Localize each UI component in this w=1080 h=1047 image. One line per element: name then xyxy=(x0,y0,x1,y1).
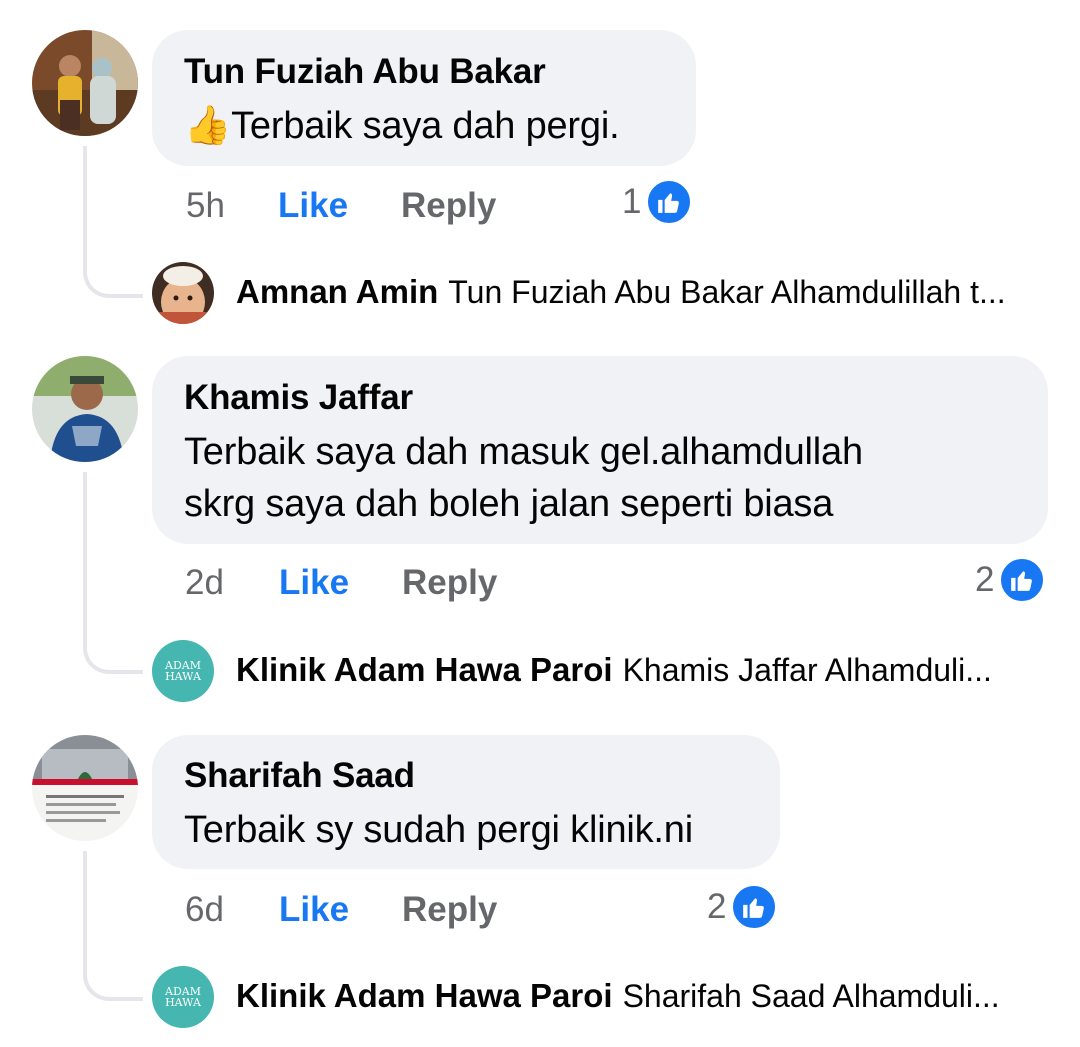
reaction-count[interactable]: 2 xyxy=(707,883,779,931)
klinik-logo: ADAM HAWA xyxy=(165,985,201,1009)
thread-line xyxy=(83,851,143,1001)
reply-preview[interactable]: Klinik Adam Hawa Paroi Sharifah Saad Alha… xyxy=(236,977,1048,1015)
reply-button[interactable]: Reply xyxy=(402,563,497,603)
avatar-klinik-adam-hawa[interactable]: ADAM HAWA xyxy=(152,640,214,702)
avatar-tun-fuziah[interactable] xyxy=(32,30,138,136)
comment-text-line: Terbaik saya dah masuk gel.alhamdullah xyxy=(184,431,863,473)
like-reaction-icon xyxy=(645,178,694,226)
like-reaction-icon xyxy=(998,556,1047,604)
comment-timestamp[interactable]: 2d xyxy=(185,563,224,603)
reply-text: Sharifah Saad Alhamduli... xyxy=(622,978,1000,1014)
comment-author[interactable]: Khamis Jaffar xyxy=(184,378,413,418)
like-button[interactable]: Like xyxy=(279,890,349,930)
like-button[interactable]: Like xyxy=(279,563,349,603)
avatar-khamis-jaffar[interactable] xyxy=(32,356,138,462)
klinik-logo: ADAM HAWA xyxy=(165,659,201,683)
comment-text: 👍Terbaik saya dah pergi. xyxy=(184,105,620,147)
reply-text: Khamis Jaffar Alhamduli... xyxy=(622,652,992,688)
like-reaction-icon xyxy=(730,883,779,931)
reaction-count[interactable]: 1 xyxy=(622,178,694,226)
comment-timestamp[interactable]: 6d xyxy=(185,890,224,930)
reply-author[interactable]: Amnan Amin xyxy=(236,273,438,310)
reply-preview[interactable]: Klinik Adam Hawa Paroi Khamis Jaffar Alha… xyxy=(236,651,1048,689)
thumbs-up-emoji: 👍 xyxy=(184,105,232,147)
comment-author[interactable]: Sharifah Saad xyxy=(184,756,415,796)
avatar-sharifah-saad[interactable] xyxy=(32,735,138,841)
avatar-klinik-adam-hawa[interactable]: ADAM HAWA xyxy=(152,966,214,1028)
comment-timestamp[interactable]: 5h xyxy=(186,186,225,226)
reply-preview[interactable]: Amnan Amin Tun Fuziah Abu Bakar Alhamduli… xyxy=(236,273,1048,311)
comment-text: Terbaik sy sudah pergi klinik.ni xyxy=(184,809,693,851)
thread-line xyxy=(83,472,143,674)
reaction-count[interactable]: 2 xyxy=(975,556,1047,604)
reply-author[interactable]: Klinik Adam Hawa Paroi xyxy=(236,977,613,1014)
reply-author[interactable]: Klinik Adam Hawa Paroi xyxy=(236,651,613,688)
comment-text-line: skrg saya dah boleh jalan seperti biasa xyxy=(184,483,834,525)
reply-button[interactable]: Reply xyxy=(402,890,497,930)
like-button[interactable]: Like xyxy=(278,186,348,226)
reply-button[interactable]: Reply xyxy=(401,186,496,226)
reply-text: Tun Fuziah Abu Bakar Alhamdulillah t... xyxy=(448,274,1006,310)
thread-line xyxy=(83,146,143,298)
comment-author[interactable]: Tun Fuziah Abu Bakar xyxy=(184,52,546,92)
avatar-amnan-amin[interactable] xyxy=(152,262,214,324)
